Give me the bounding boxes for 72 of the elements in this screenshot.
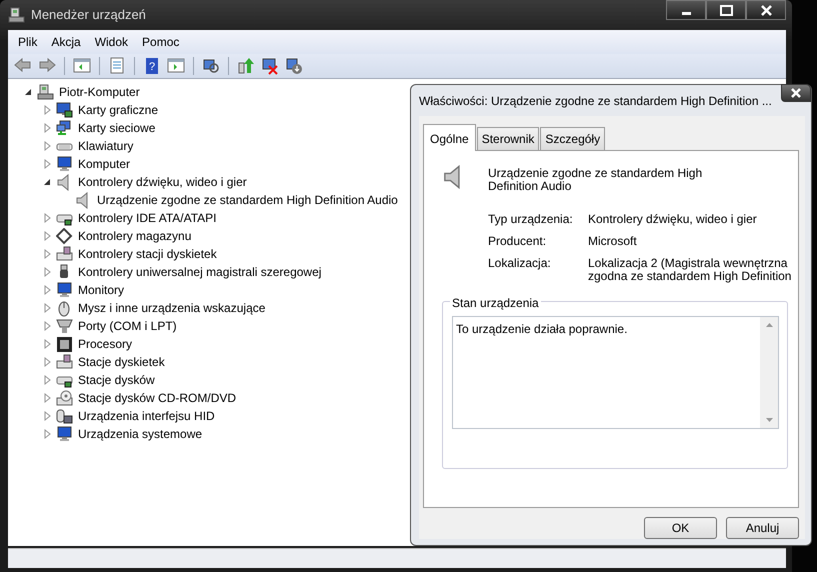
maximize-icon[interactable] — [718, 4, 734, 16]
tree-item[interactable]: Porty (COM i LPT) — [76, 317, 179, 335]
monitor-icon — [56, 282, 73, 298]
tree-item[interactable]: Mysz i inne urządzenia wskazujące — [76, 299, 268, 317]
tree-item[interactable]: Karty sieciowe — [76, 119, 158, 137]
tree-item[interactable]: Klawiatury — [76, 137, 136, 155]
dialog-title: Właściwości: Urządzenie zgodne ze standardem High Definition ... — [419, 92, 772, 110]
dialog-button[interactable]: Anuluj — [726, 517, 799, 539]
device-name: Urządzenie zgodne ze standardem High Definition Audio — [488, 167, 704, 193]
close-button[interactable] — [746, 0, 786, 20]
property-value: Lokalizacja 2 (Magistrala wewnętrzna zgodna ze standardem High Definition — [588, 257, 792, 283]
storage-icon — [56, 228, 73, 244]
scroll-up-icon[interactable] — [766, 323, 772, 327]
property-value: Kontrolery dźwięku, wideo i gier — [588, 213, 758, 226]
tree-item[interactable]: Urządzenie zgodne ze standardem High Definition Audio — [95, 191, 400, 209]
tree-item[interactable]: Kontrolery magazynu — [76, 227, 194, 245]
tree-item[interactable]: Karty graficzne — [76, 101, 160, 119]
back-arrow-icon — [14, 57, 32, 75]
network-icon — [56, 120, 73, 136]
uninstall-icon — [261, 57, 279, 75]
property-label: Typ urządzenia: — [488, 213, 574, 226]
tree-item[interactable]: Kontrolery IDE ATA/ATAPI — [76, 209, 218, 227]
property-label: Producent: — [488, 235, 548, 248]
menu-item[interactable]: Plik — [12, 33, 44, 51]
tree-item[interactable]: Kontrolery uniwersalnej magistrali szeregowej — [76, 263, 324, 281]
cd-drive-icon — [56, 390, 73, 406]
monitor-icon — [56, 426, 73, 442]
tree-item[interactable]: Kontrolery stacji dyskietek — [76, 245, 219, 263]
maximize-button[interactable] — [706, 0, 746, 20]
forward-arrow-icon — [38, 57, 56, 75]
minimize-button[interactable] — [666, 0, 706, 20]
tree-item[interactable]: Procesory — [76, 335, 134, 353]
status-text: To urządzenie działa poprawnie. — [455, 321, 628, 338]
menu-item[interactable]: Pomoc — [136, 33, 186, 51]
disable-icon — [285, 57, 303, 75]
monitor-icon — [56, 156, 73, 172]
floppy-drive-icon — [56, 246, 73, 262]
close-icon[interactable] — [758, 4, 774, 16]
menu-item[interactable]: Widok — [88, 33, 134, 51]
tab[interactable]: Sterownik — [476, 127, 540, 150]
document-icon — [108, 57, 126, 75]
panel-icon — [73, 57, 91, 75]
tree-item[interactable]: Stacje dyskietek — [76, 353, 167, 371]
tree-item[interactable]: Urządzenia systemowe — [76, 425, 204, 443]
tree-item[interactable]: Stacje dysków CD-ROM/DVD — [76, 389, 238, 407]
port-icon — [56, 318, 73, 334]
scroll-down-icon[interactable] — [766, 418, 772, 422]
dialog-button[interactable]: OK — [644, 517, 717, 539]
tree-item[interactable]: Stacje dysków — [76, 371, 157, 389]
floppy-drive-icon — [56, 354, 73, 370]
close-icon[interactable] — [790, 88, 802, 98]
menu-item[interactable]: Akcja — [45, 33, 87, 51]
tree-item[interactable]: Kontrolery dźwięku, wideo i gier — [76, 173, 249, 191]
scan-icon — [202, 57, 220, 75]
property-value: Microsoft — [588, 235, 638, 248]
computer-icon — [8, 6, 25, 24]
window-title: Menedżer urządzeń — [31, 6, 146, 24]
chip-icon — [56, 336, 73, 352]
monitor-icon — [56, 102, 73, 118]
computer-icon — [37, 84, 54, 100]
panel-icon — [167, 57, 185, 75]
close-button[interactable] — [781, 84, 811, 102]
tree-item[interactable]: Monitory — [76, 281, 126, 299]
tree-item[interactable]: Urządzenia interfejsu HID — [76, 407, 217, 425]
hid-icon — [56, 408, 73, 424]
update-icon — [237, 57, 255, 75]
scrollbar[interactable] — [760, 317, 778, 428]
tree-item[interactable]: Komputer — [76, 155, 132, 173]
tree-item[interactable]: Piotr-Komputer — [57, 83, 142, 101]
tab[interactable]: Szczegóły — [540, 127, 606, 150]
tab[interactable]: Ogólne — [423, 124, 476, 151]
property-label: Lokalizacja: — [488, 257, 552, 272]
